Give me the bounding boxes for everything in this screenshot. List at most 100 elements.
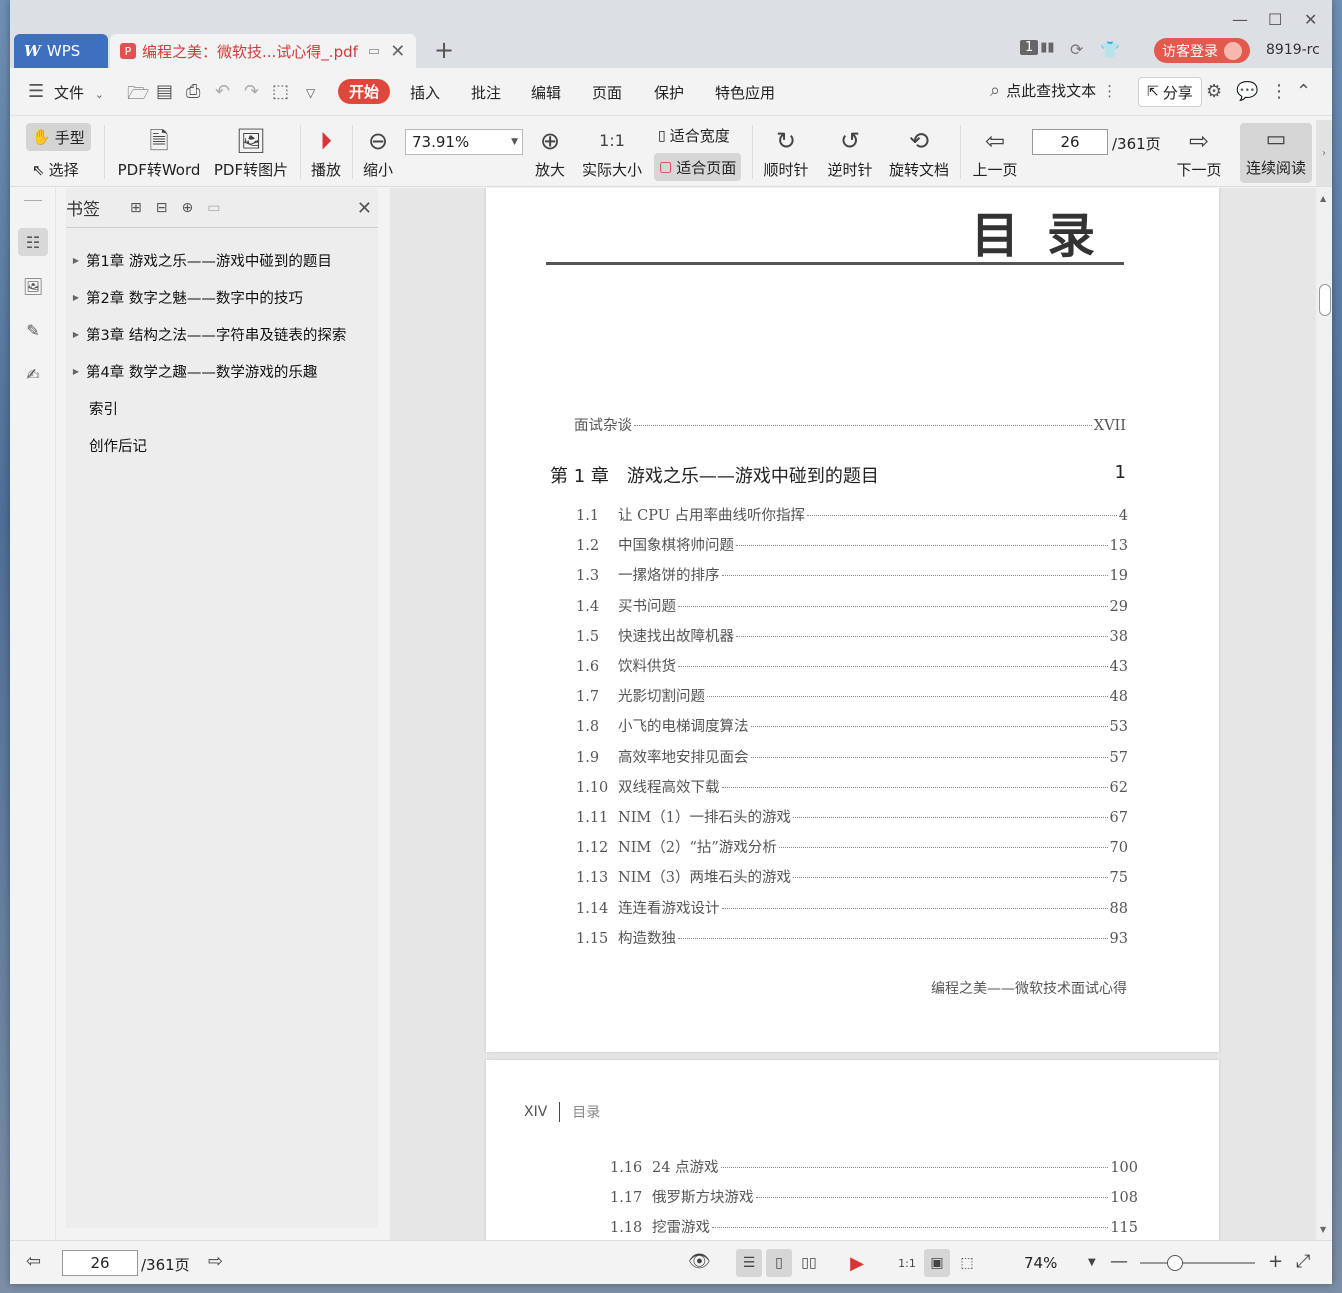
prev-page-button[interactable]: ⇦ 上一页 xyxy=(968,123,1022,180)
cursor-icon: ⇖ xyxy=(32,160,45,179)
tab-start[interactable]: 开始 xyxy=(338,79,391,104)
file-menu[interactable]: 文件 ⌄ xyxy=(54,82,104,103)
zoom-in-icon[interactable]: + xyxy=(1268,1251,1283,1272)
toc-entry: 1.13 NIM（3）两堆石头的游戏 75 xyxy=(576,866,1128,887)
next-page-label: 下一页 xyxy=(1176,161,1222,179)
eye-protection-icon[interactable]: 👁 xyxy=(688,1251,711,1272)
new-tab-button[interactable]: + xyxy=(434,36,454,64)
comment-icon[interactable]: 💬 xyxy=(1236,81,1258,102)
skin-icon[interactable]: 👕 xyxy=(1100,40,1120,59)
expand-arrow-icon[interactable]: ▶ xyxy=(66,367,86,376)
bookmark-item[interactable]: 索引 xyxy=(66,398,118,419)
expand-arrow-icon[interactable]: ▶ xyxy=(66,293,86,302)
rotate-counterclockwise-button[interactable]: ↺ 逆时针 xyxy=(822,123,878,180)
collapse-ribbon-icon[interactable]: ⌃ xyxy=(1296,81,1311,102)
tab-insert[interactable]: 插入 xyxy=(410,82,440,103)
close-icon[interactable]: ✕ xyxy=(357,198,372,219)
zoom-dropdown-icon[interactable]: ▼ xyxy=(1088,1257,1096,1268)
open-icon[interactable]: 🗁 xyxy=(127,81,149,111)
expand-all-icon[interactable]: ⊞ xyxy=(130,200,142,216)
zoom-out-icon[interactable]: — xyxy=(1110,1251,1128,1272)
pdf-to-image-button[interactable]: 🖼 PDF转图片 xyxy=(210,123,292,180)
two-page-view-icon[interactable]: ▯▯ xyxy=(796,1249,822,1277)
undo-icon[interactable]: ↶ xyxy=(215,81,230,102)
fit-page-button[interactable]: ▢ 适合页面 xyxy=(654,153,742,181)
collapse-all-icon[interactable]: ⊟ xyxy=(156,200,168,216)
share-icon: ⇱ xyxy=(1147,84,1159,100)
bookmark-settings-icon[interactable]: ▭ xyxy=(207,200,220,216)
more-dropdown-icon[interactable]: ▽ xyxy=(306,86,315,100)
print-icon[interactable]: ⎙ xyxy=(186,81,200,102)
next-page-button[interactable]: ⇨ 下一页 xyxy=(1172,123,1226,180)
expand-arrow-icon[interactable]: ▶ xyxy=(66,330,86,339)
expand-arrow-icon[interactable]: ▶ xyxy=(66,256,86,265)
close-window-icon[interactable]: ✕ xyxy=(1304,10,1317,29)
actual-size-icon[interactable]: 1:1 xyxy=(894,1249,920,1277)
thumbnail-panel-icon[interactable]: 🖼 xyxy=(18,272,48,300)
annotation-panel-icon[interactable]: ✎ xyxy=(18,316,48,344)
rotate-clockwise-button[interactable]: ↻ 顺时针 xyxy=(758,123,814,180)
vertical-scrollbar[interactable]: ▲ ▼ xyxy=(1316,188,1332,1240)
redo-icon[interactable]: ↷ xyxy=(244,81,259,102)
bookmark-item[interactable]: ▶ 第1章 游戏之乐——游戏中碰到的题目 xyxy=(66,250,332,271)
close-tab-icon[interactable]: ✕ xyxy=(390,41,405,62)
fit-width-icon[interactable]: ⬚ xyxy=(954,1249,980,1277)
ribbon-scroll-right-icon[interactable]: › xyxy=(1316,120,1332,186)
page-footer: 编程之美——微软技术面试心得 xyxy=(931,981,1127,997)
share-button[interactable]: ⇱ 分享 xyxy=(1138,77,1202,107)
hand-tool-button[interactable]: ✋ 手型 xyxy=(26,123,91,151)
export-icon[interactable]: ⬚ xyxy=(272,81,289,102)
select-tool-button[interactable]: ⇖ 选择 xyxy=(32,159,79,180)
signature-panel-icon[interactable]: ✍ xyxy=(18,360,48,388)
single-page-view-icon[interactable]: ▯ xyxy=(766,1249,792,1277)
maximize-icon[interactable]: ☐ xyxy=(1268,10,1282,29)
window-count-badge[interactable]: 1 ▮▮ xyxy=(1020,40,1055,55)
prev-page-icon[interactable]: ⇦ xyxy=(26,1251,41,1272)
play-button[interactable]: ⏵ 播放 xyxy=(306,123,346,180)
tab-page[interactable]: 页面 xyxy=(592,82,622,103)
status-page-input[interactable]: 26 xyxy=(62,1250,138,1276)
more-icon[interactable]: ⋮ xyxy=(1270,81,1288,102)
zoom-out-button[interactable]: ⊖ 缩小 xyxy=(360,123,396,180)
scroll-up-icon[interactable]: ▲ xyxy=(1320,194,1326,203)
play-slideshow-icon[interactable]: ▶ xyxy=(844,1249,870,1277)
gear-icon[interactable]: ⚙ xyxy=(1206,81,1222,102)
tab-edit[interactable]: 编辑 xyxy=(531,82,561,103)
zoom-in-button[interactable]: ⊕ 放大 xyxy=(532,123,568,180)
add-bookmark-icon[interactable]: ⊕ xyxy=(181,200,193,216)
sync-icon[interactable]: ⟳ xyxy=(1070,40,1083,59)
bookmark-item[interactable]: ▶ 第3章 结构之法——字符串及链表的探索 xyxy=(66,324,346,345)
bookmark-item[interactable]: ▶ 第2章 数字之魅——数字中的技巧 xyxy=(66,287,303,308)
fit-width-button[interactable]: ▯ 适合宽度 xyxy=(658,125,730,146)
tab-protect[interactable]: 保护 xyxy=(654,82,684,103)
zoom-select[interactable]: 73.91% ▼ xyxy=(405,129,523,155)
tab-wps-home[interactable]: W WPS xyxy=(14,34,108,68)
fullscreen-icon[interactable]: ⤢ xyxy=(1296,1251,1310,1272)
visitor-login-button[interactable]: 访客登录 xyxy=(1154,38,1250,63)
actual-size-button[interactable]: 1:1 实际大小 xyxy=(580,123,644,180)
minimize-icon[interactable]: — xyxy=(1232,10,1248,29)
document-viewer[interactable]: 目录 面试杂谈 XVII 第 1 章 游戏之乐——游戏中碰到的题目 1 1.1 让… xyxy=(390,188,1316,1240)
continuous-reading-button[interactable]: ▭ 连续阅读 xyxy=(1240,123,1312,183)
bookmark-panel-icon[interactable]: ☷ xyxy=(18,228,48,256)
zoom-slider[interactable] xyxy=(1140,1255,1255,1271)
page-number-input[interactable]: 26 xyxy=(1032,129,1108,155)
rotate-document-button[interactable]: ⟲ 旋转文档 xyxy=(886,123,952,180)
find-text-button[interactable]: ⌕ 点此查找文本 ⋮ xyxy=(990,80,1117,101)
scroll-down-icon[interactable]: ▼ xyxy=(1320,1225,1326,1234)
bookmark-item[interactable]: ▶ 第4章 数学之趣——数学游戏的乐趣 xyxy=(66,361,317,382)
hamburger-icon[interactable]: ☰ xyxy=(28,81,44,102)
zoom-slider-knob[interactable] xyxy=(1167,1255,1183,1271)
tab-special-apps[interactable]: 特色应用 xyxy=(715,82,775,103)
bookmark-item[interactable]: 创作后记 xyxy=(66,435,147,456)
monitor-icon[interactable]: ▭ xyxy=(368,44,380,59)
drag-handle[interactable] xyxy=(24,200,42,201)
fit-page-icon[interactable]: ▣ xyxy=(924,1249,950,1277)
next-page-icon[interactable]: ⇨ xyxy=(208,1251,223,1272)
save-icon[interactable]: ▤ xyxy=(156,81,173,102)
continuous-view-icon[interactable]: ☰ xyxy=(736,1249,762,1277)
pdf-to-word-button[interactable]: 🗎 PDF转Word xyxy=(114,123,204,180)
scrollbar-thumb[interactable] xyxy=(1319,284,1331,316)
tab-annotate[interactable]: 批注 xyxy=(471,82,501,103)
tab-document[interactable]: P 编程之美：微软技...试心得_.pdf ▭ ✕ xyxy=(110,34,416,68)
